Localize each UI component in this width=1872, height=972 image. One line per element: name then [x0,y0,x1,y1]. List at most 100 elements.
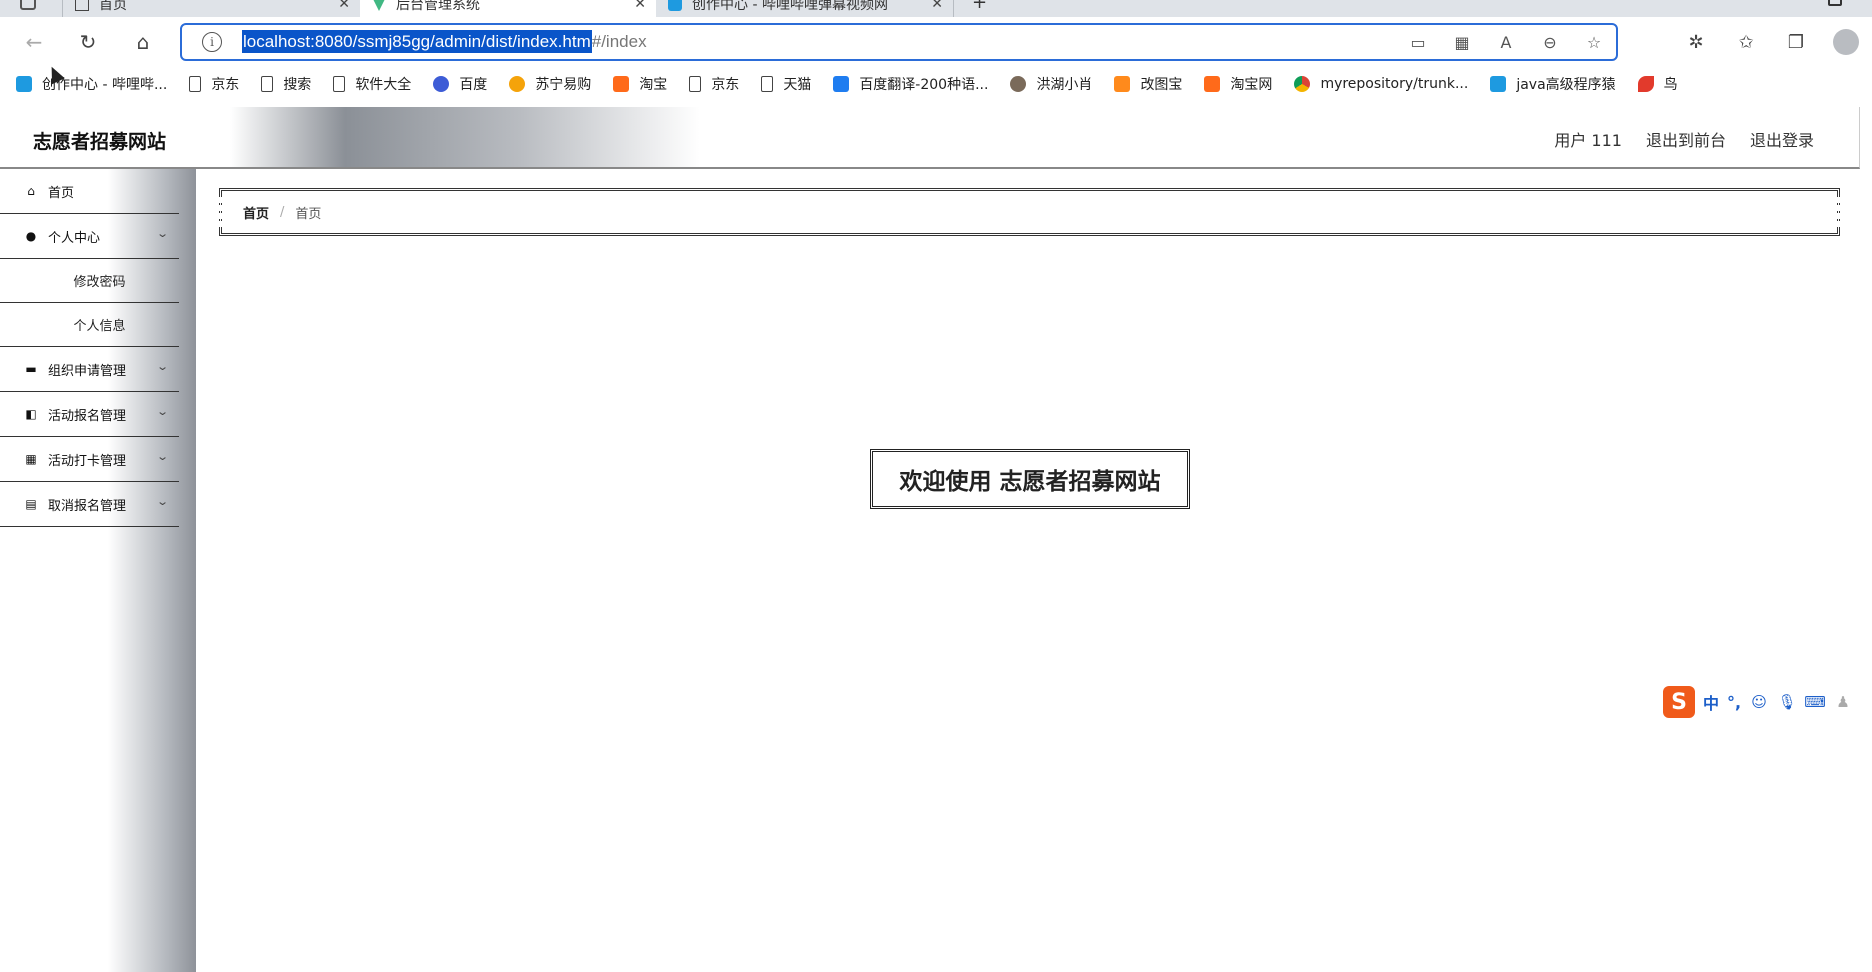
address-bar[interactable]: i localhost:8080/ssmj85gg/admin/dist/ind… [180,23,1618,61]
bookmark-label: 百度 [459,77,488,93]
wallet-icon: ◧ [25,407,37,421]
sidebar-subitem-personal-info[interactable]: 个人信息 [0,303,179,347]
bookmark-label: myrepository/trunk... [1320,76,1469,92]
keyboard-icon[interactable]: ⌨ [1804,692,1826,712]
sidebar-subitem-change-password[interactable]: 修改密码 [0,259,179,303]
bookmark-item[interactable]: 淘宝网 [1204,74,1272,94]
reload-icon[interactable]: ↻ [74,28,102,56]
bookmark-item[interactable]: 淘宝 [613,74,667,94]
bookmark-item[interactable]: 洪湖小肖 [1010,74,1092,94]
browser-tabstrip: 首页 ✕ 后台管理系统 ✕ 创作中心 - 哔哩哔哩弹幕视频网 ✕ + [0,0,1872,17]
sidebar-item-label: 活动报名管理 [48,408,127,424]
close-icon[interactable]: ✕ [931,0,943,12]
ime-punctuation-toggle[interactable]: °, [1727,693,1741,712]
url-text[interactable]: localhost:8080/ssmj85gg/admin/dist/index… [242,30,647,53]
tab-title: 首页 [99,0,127,13]
add-favorite-icon[interactable]: ☆ [1582,31,1606,53]
chevron-down-icon: ⌄ [155,227,169,240]
sidebar-item-org-apply[interactable]: ▬ 组织申请管理 ⌄ [0,347,179,392]
browser-toolbar: ← ↻ ⌂ i localhost:8080/ssmj85gg/admin/di… [0,17,1872,67]
collections-icon[interactable]: ❐ [1782,28,1810,56]
bookmark-label: 改图宝 [1140,77,1183,93]
bookmark-item[interactable]: java高级程序猿 [1490,74,1616,94]
extensions-icon[interactable]: ✲ [1682,28,1710,56]
breadcrumb: 首页 / 首页 [219,188,1840,236]
bookmark-item[interactable]: 天猫 [761,74,811,94]
sogou-logo-icon[interactable]: S [1663,686,1695,718]
home-icon: ⌂ [27,184,35,198]
page-icon [761,76,774,92]
tab-bilibili[interactable]: 创作中心 - 哔哩哔哩弹幕视频网 ✕ [656,0,954,17]
close-icon[interactable]: ✕ [634,0,646,12]
vue-icon [372,0,386,11]
tab-home[interactable]: 首页 ✕ [62,0,360,17]
url-selected: localhost:8080/ssmj85gg/admin/dist/index… [242,30,592,53]
sidebar-item-cancel-signup[interactable]: ▤ 取消报名管理 ⌄ [0,482,179,527]
bookmark-label: 百度翻译-200种语... [859,77,989,93]
bookmark-label: 苏宁易购 [535,77,592,93]
suning-icon [509,76,526,92]
back-icon[interactable]: ← [20,28,48,56]
microphone-icon[interactable]: 🎙 [1777,692,1797,712]
restore-window-icon[interactable] [1828,0,1842,6]
welcome-banner: 欢迎使用 志愿者招募网站 [870,449,1190,509]
sidebar-item-home[interactable]: ⌂ 首页 [0,169,179,214]
ime-mode-toggle[interactable]: 中 [1703,690,1719,714]
chrome-icon [1294,76,1311,92]
breadcrumb-home[interactable]: 首页 [243,203,269,222]
ime-toolbar: S 中 °, ☺ 🎙 ⌨ ♟ [1663,686,1854,718]
home-icon[interactable]: ⌂ [129,28,157,56]
info-icon[interactable]: i [202,32,222,52]
user-icon: ● [25,229,37,243]
emoji-icon[interactable]: ☺ [1749,692,1769,712]
zoom-out-icon[interactable]: ⊖ [1538,31,1562,53]
apps-icon[interactable]: ▦ [1450,31,1474,53]
bookmark-label: 天猫 [783,77,812,93]
bookmark-item[interactable]: myrepository/trunk... [1294,76,1468,92]
bookmark-item[interactable]: 搜索 [261,74,311,94]
sidebar-item-personal-center[interactable]: ● 个人中心 ⌄ [0,214,179,259]
tab-admin[interactable]: 后台管理系统 ✕ [360,0,656,17]
back-to-front-link[interactable]: 退出到前台 [1646,127,1726,151]
sidebar-item-label: 个人信息 [73,319,126,334]
current-user: 用户 111 [1554,131,1622,150]
tab-actions-icon[interactable] [20,0,36,10]
bookmark-item[interactable]: 苏宁易购 [509,74,591,94]
app-header: 志愿者招募网站 用户 111 退出到前台 退出登录 [0,107,1860,169]
bilibili-icon [1490,76,1507,92]
bookmark-item[interactable]: 京东 [689,74,739,94]
bookmark-item[interactable]: 京东 [189,74,239,94]
chevron-down-icon: ⌄ [155,450,169,463]
profile-avatar[interactable] [1832,28,1860,56]
cast-icon[interactable]: ▭ [1406,31,1430,53]
sidebar-item-label: 修改密码 [73,275,126,290]
logout-link[interactable]: 退出登录 [1750,127,1814,151]
bookmark-item[interactable]: 改图宝 [1114,74,1182,94]
close-icon[interactable]: ✕ [338,0,350,12]
favorites-icon[interactable]: ✩ [1732,28,1760,56]
clipboard-icon: ▤ [25,497,37,511]
sidebar-item-activity-signup[interactable]: ◧ 活动报名管理 ⌄ [0,392,179,437]
taobao-icon [613,76,630,92]
sidebar: ⌂ 首页 ● 个人中心 ⌄ 修改密码 个人信息 ▬ 组织申请管理 ⌄ ◧ 活动报… [0,169,196,972]
bookmark-item[interactable]: 创作中心 - 哔哩哔... [16,74,167,94]
page-icon [261,76,274,92]
bookmark-item[interactable]: 软件大全 [333,74,411,94]
tab-title: 创作中心 - 哔哩哔哩弹幕视频网 [692,0,888,13]
bird-icon [1637,76,1654,92]
bookmarks-bar: 创作中心 - 哔哩哔... 京东 搜索 软件大全 百度 苏宁易购 淘宝 京东 天… [0,67,1872,101]
bookmark-label: 洪湖小肖 [1036,77,1093,93]
bookmark-item[interactable]: 鸟 [1637,74,1678,94]
sidebar-item-label: 个人中心 [48,230,101,246]
bookmark-item[interactable]: 百度翻译-200种语... [833,74,988,94]
translate-icon [833,76,850,92]
url-hash: #/index [591,32,647,51]
read-aloud-icon[interactable]: A [1494,31,1518,53]
bookmark-item[interactable]: 百度 [433,74,487,94]
bookmark-label: 软件大全 [355,77,412,93]
new-tab-icon[interactable]: + [972,0,987,13]
site-title: 志愿者招募网站 [33,131,167,153]
skin-icon[interactable]: ♟ [1833,692,1853,712]
page-icon [189,76,202,92]
sidebar-item-activity-checkin[interactable]: ▦ 活动打卡管理 ⌄ [0,437,179,482]
